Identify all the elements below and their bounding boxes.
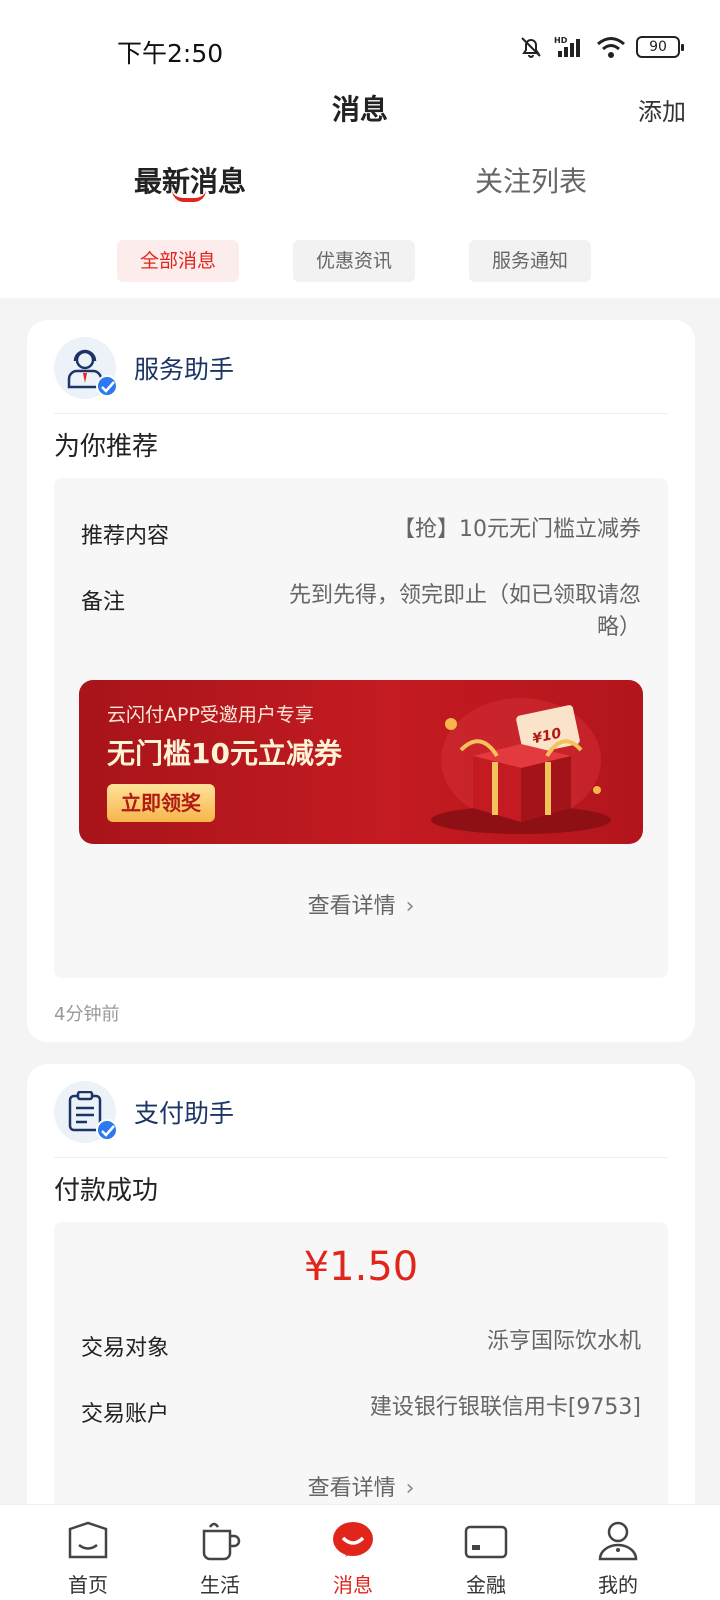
row-label-merchant: 交易对象 — [81, 1336, 170, 1361]
filter-all-messages[interactable]: 全部消息 — [117, 240, 239, 282]
row-label-note: 备注 — [81, 590, 126, 615]
row-value-merchant: 泺亨国际饮水机 — [486, 1329, 641, 1354]
add-button[interactable]: 添加 — [638, 92, 686, 127]
nav-label: 首页 — [68, 1573, 108, 1597]
wifi-icon — [597, 37, 625, 58]
nav-mine[interactable]: 我的 — [568, 1505, 668, 1600]
avatar — [54, 1081, 118, 1143]
message-card-service[interactable]: 服务助手 为你推荐 推荐内容 【抢】10元无门槛立减券 备注 先到先得，领完即止… — [27, 320, 695, 1042]
status-icons: HD 90 — [518, 34, 684, 60]
payment-amount: ¥1.50 — [303, 1244, 419, 1290]
card-header: 服务助手 — [54, 336, 234, 400]
person-icon — [598, 1521, 638, 1561]
row-value-content: 【抢】10元无门槛立减券 — [393, 517, 641, 542]
message-detail-box: 推荐内容 【抢】10元无门槛立减券 备注 先到先得，领完即止（如已领取请忽 略）… — [54, 478, 668, 978]
message-icon — [333, 1522, 373, 1557]
claim-reward-button[interactable]: 立即领奖 — [107, 784, 215, 822]
row-value-note-line1: 先到先得，领完即止（如已领取请忽 — [288, 583, 641, 608]
sender-name: 服务助手 — [134, 355, 235, 384]
cup-icon — [202, 1522, 241, 1561]
bottom-nav: 首页 生活 消息 金融 我的 — [0, 1504, 720, 1600]
divider — [54, 1157, 668, 1158]
divider — [54, 413, 668, 414]
status-bar: 下午2:50 HD 90 — [0, 0, 720, 96]
nav-messages[interactable]: 消息 — [303, 1505, 403, 1600]
view-details-link[interactable]: 查看详情 › — [54, 1470, 668, 1502]
banner-subtitle: 云闪付APP受邀用户专享 — [107, 704, 314, 726]
row-value-note-line2: 略） — [596, 615, 641, 640]
chevron-right-icon: › — [405, 894, 415, 919]
row-label-account: 交易账户 — [81, 1402, 170, 1427]
view-details-link[interactable]: 查看详情 › — [54, 888, 668, 920]
view-details-label: 查看详情 — [307, 894, 396, 919]
row-value-account: 建设银行银联信用卡[9753] — [369, 1395, 641, 1420]
row-label-content: 推荐内容 — [81, 524, 170, 549]
sender-name: 支付助手 — [134, 1099, 235, 1128]
message-time: 4分钟前 — [54, 1004, 120, 1025]
svg-text:HD: HD — [554, 36, 568, 45]
nav-finance[interactable]: 金融 — [436, 1505, 536, 1600]
card-header: 支付助手 — [54, 1080, 234, 1144]
mute-bell-icon — [521, 37, 541, 58]
promo-banner[interactable]: 云闪付APP受邀用户专享 无门槛10元立减券 立即领奖 ¥10 — [79, 680, 643, 844]
signal-icon: HD — [554, 36, 580, 57]
nav-label: 生活 — [200, 1573, 240, 1597]
nav-life[interactable]: 生活 — [170, 1505, 270, 1600]
card-subtitle: 为你推荐 — [54, 432, 159, 462]
filter-service-notices[interactable]: 服务通知 — [469, 240, 591, 282]
card-icon — [464, 1525, 508, 1559]
nav-label: 消息 — [333, 1573, 373, 1597]
gift-box-icon: ¥10 — [431, 698, 611, 834]
verified-badge-icon — [96, 1119, 118, 1141]
filter-promotions[interactable]: 优惠资讯 — [293, 240, 415, 282]
banner-title: 无门槛10元立减券 — [107, 737, 342, 770]
chevron-right-icon: › — [405, 1476, 415, 1501]
battery-indicator: 90 — [636, 36, 684, 58]
nav-label: 金融 — [466, 1573, 506, 1597]
nav-label: 我的 — [598, 1573, 638, 1597]
page-title: 消息 — [331, 93, 388, 126]
tab-follow-list[interactable]: 关注列表 — [475, 160, 587, 200]
home-icon — [68, 1521, 108, 1559]
verified-badge-icon — [96, 375, 118, 397]
filter-chips: 全部消息 优惠资讯 服务通知 — [0, 240, 720, 282]
status-time: 下午2:50 — [117, 39, 224, 68]
header-area: 下午2:50 HD 90 消息 添加 最新消息 关注列表 全部消息 优惠资讯 服… — [0, 0, 720, 298]
nav-home[interactable]: 首页 — [38, 1505, 138, 1600]
tab-bar: 最新消息 关注列表 — [0, 160, 720, 220]
avatar — [54, 337, 118, 399]
card-subtitle: 付款成功 — [54, 1176, 159, 1206]
row-value-note: 先到先得，领完即止（如已领取请忽 略） — [289, 580, 641, 644]
view-details-label: 查看详情 — [307, 1476, 396, 1501]
